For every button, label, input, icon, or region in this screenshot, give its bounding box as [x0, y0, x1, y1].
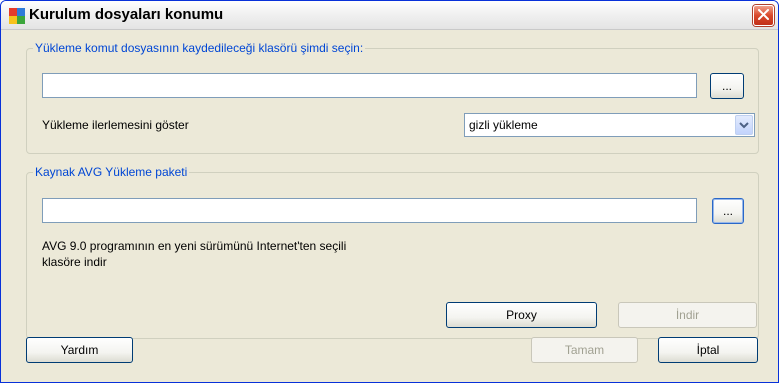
- chevron-down-icon[interactable]: [735, 115, 753, 135]
- dialog-body: Yükleme komut dosyasının kaydedileceği k…: [1, 31, 778, 382]
- proxy-button[interactable]: Proxy: [446, 302, 597, 328]
- cancel-button[interactable]: İptal: [658, 337, 758, 363]
- install-folder-legend: Yükleme komut dosyasının kaydedileceği k…: [33, 41, 366, 55]
- source-package-browse-button[interactable]: ...: [712, 198, 744, 224]
- install-folder-group: Yükleme komut dosyasının kaydedileceği k…: [26, 41, 759, 154]
- progress-display-label: Yükleme ilerlemesini göster: [42, 118, 189, 132]
- close-icon: [758, 8, 769, 23]
- download-button[interactable]: İndir: [618, 302, 757, 328]
- progress-display-select-value: gizli yükleme: [469, 118, 538, 132]
- title-bar[interactable]: Kurulum dosyaları konumu: [1, 1, 778, 30]
- close-button[interactable]: [753, 5, 774, 26]
- install-folder-path-input[interactable]: [42, 73, 697, 98]
- install-folder-browse-button[interactable]: ...: [710, 73, 744, 99]
- source-package-group: Kaynak AVG Yükleme paketi ... AVG 9.0 pr…: [26, 165, 759, 339]
- source-package-legend: Kaynak AVG Yükleme paketi: [33, 165, 190, 179]
- source-package-path-input[interactable]: [42, 198, 697, 223]
- download-info-text: AVG 9.0 programının en yeni sürümünü Int…: [42, 239, 347, 269]
- progress-display-select[interactable]: gizli yükleme: [464, 113, 755, 137]
- window-title: Kurulum dosyaları konumu: [29, 6, 224, 23]
- avg-logo-icon: [9, 8, 25, 24]
- dialog-window: Kurulum dosyaları konumu Yükleme komut d…: [0, 0, 779, 383]
- help-button[interactable]: Yardım: [26, 337, 133, 363]
- ok-button[interactable]: Tamam: [531, 337, 638, 363]
